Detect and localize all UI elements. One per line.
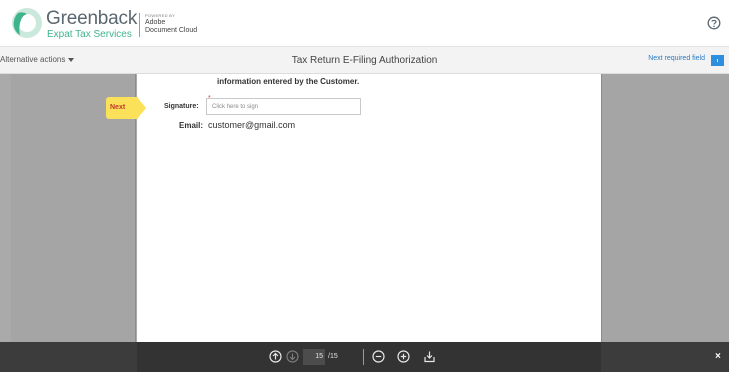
close-icon[interactable]: × — [715, 351, 721, 362]
next-tag-label: Next — [110, 104, 126, 111]
previous-page-icon[interactable] — [269, 350, 282, 363]
next-field-tag[interactable]: Next — [106, 97, 146, 119]
signature-placeholder: Click here to sign — [212, 104, 259, 110]
next-required-field-link[interactable]: Next required field — [648, 55, 705, 62]
help-icon[interactable] — [707, 16, 721, 30]
zoom-out-icon[interactable] — [372, 350, 385, 363]
adobe-label: Adobe — [145, 19, 166, 26]
viewer-bottom-bar — [0, 342, 729, 372]
powered-by-label: POWERED BY — [145, 13, 176, 18]
greenback-logo-icon — [12, 8, 42, 38]
brand-name: Greenback — [46, 8, 138, 29]
email-label: Email: — [179, 121, 204, 130]
bottom-bar-center — [137, 342, 601, 372]
next-required-field-button[interactable] — [711, 55, 724, 66]
zoom-in-icon[interactable] — [397, 350, 410, 363]
page-number-input[interactable]: 15 — [303, 349, 325, 365]
signature-label: Signature: — [164, 103, 199, 110]
next-tag-arrow — [137, 97, 146, 119]
brand-subtitle: Expat Tax Services — [47, 29, 132, 40]
required-asterisk: * — [208, 95, 211, 102]
next-page-icon[interactable] — [286, 350, 299, 363]
header-divider — [139, 13, 140, 37]
signature-field[interactable]: Click here to sign — [206, 98, 361, 115]
page-total: /15 — [328, 353, 338, 360]
document-text-line: information entered by the Customer. — [217, 77, 360, 86]
right-gutter — [601, 74, 729, 342]
document-title: Tax Return E-Filing Authorization — [291, 55, 438, 66]
bottom-bar-separator — [363, 349, 364, 365]
download-icon[interactable] — [423, 350, 436, 363]
email-value: customer@gmail.com — [208, 120, 296, 130]
document-cloud-label: Document Cloud — [145, 27, 198, 34]
document-toolbar: Alternative actions Tax Return E-Filing … — [0, 46, 729, 74]
arrow-down-icon — [717, 59, 718, 62]
app-header: Greenback Expat Tax Services POWERED BY … — [0, 0, 729, 46]
